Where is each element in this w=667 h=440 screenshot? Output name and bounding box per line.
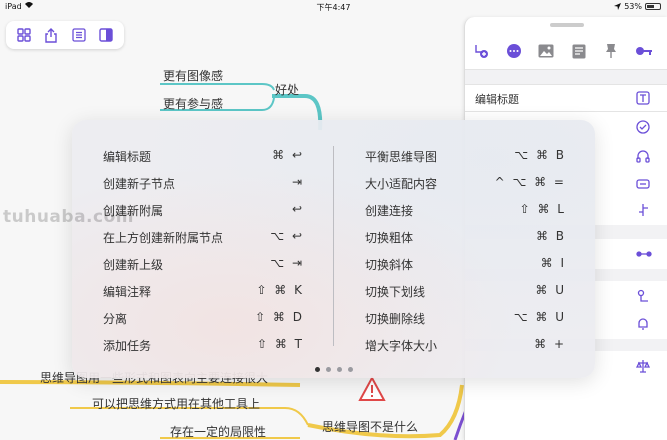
shortcut-keys: ⇧ ⌘ D: [255, 310, 304, 324]
shortcut-keys: ⌘ +: [534, 337, 566, 351]
battery-icon: [645, 3, 661, 10]
panel-grab-handle[interactable]: [550, 23, 584, 27]
node-bottom-3[interactable]: 存在一定的局限性: [170, 423, 266, 440]
node-image-sense[interactable]: 更有图像感: [163, 67, 223, 84]
shortcut-name: 编辑注释: [103, 285, 152, 299]
link-icon: [636, 176, 652, 192]
page-dot[interactable]: [337, 367, 342, 372]
shortcut-row: 添加任务 ⇧ ⌘ T: [103, 335, 304, 355]
shortcut-name: 添加任务: [103, 339, 152, 353]
battery-percent: 53%: [624, 2, 642, 11]
shortcut-name: 切换下划线: [365, 285, 426, 299]
shortcut-keys: ⌥ ⌘ B: [514, 148, 566, 162]
shortcut-keys: ⌘ B: [535, 229, 566, 243]
title-icon: [636, 90, 652, 106]
shortcut-name: 创建新上级: [103, 258, 164, 272]
shortcut-name: 切换粗体: [365, 231, 414, 245]
location-icon: [614, 3, 622, 10]
shortcut-name: 增大字体大小: [365, 339, 438, 353]
shortcut-row: 切换下划线 ⌘ U: [365, 281, 566, 301]
shortcut-row: 创建新上级 ⌥ ⇥: [103, 254, 304, 274]
note-icon[interactable]: [569, 41, 589, 61]
top-toolbar: [6, 21, 124, 49]
node-benefits[interactable]: 好处: [275, 81, 299, 98]
shortcut-keys: ↩: [291, 202, 304, 216]
shortcut-keys: ⌘ I: [540, 256, 566, 270]
battery-indicator: 53%: [614, 2, 661, 11]
balance-icon: [635, 358, 652, 374]
shortcut-row: 切换删除线 ⌥ ⌘ U: [365, 308, 566, 328]
panel-gap: [465, 70, 667, 84]
shortcut-keys: ⌥ ↩: [270, 229, 304, 243]
shortcut-row: 切换斜体 ⌘ I: [365, 254, 566, 274]
checkmark-icon: [636, 119, 652, 135]
shortcut-name: 编辑标题: [103, 150, 152, 164]
grid-icon[interactable]: [14, 25, 34, 45]
shortcut-row: 创建连接 ⇧ ⌘ L: [365, 200, 566, 220]
shortcut-keys: ⇧ ⌘ T: [256, 337, 304, 351]
add-node-icon[interactable]: [471, 41, 491, 61]
shortcut-row: 分离 ⇧ ⌘ D: [103, 308, 304, 328]
branch-icon: [636, 202, 652, 218]
shortcut-name: 切换斜体: [365, 258, 414, 272]
shortcut-keys: ⇥: [291, 175, 304, 189]
pin-icon[interactable]: [601, 41, 621, 61]
location-node-icon: [636, 288, 652, 304]
edit-title-label: 编辑标题: [475, 93, 519, 106]
shortcut-row: 平衡思维导图 ⌥ ⌘ B: [365, 146, 566, 166]
shortcut-keys: ⌘ U: [535, 283, 566, 297]
column-divider: [333, 146, 334, 346]
shortcut-name: 在上方创建新附属节点: [103, 231, 224, 245]
shortcut-row: 编辑注释 ⇧ ⌘ K: [103, 281, 304, 301]
shortcut-row: 大小适配内容 ^ ⌥ ⌘ =: [365, 173, 566, 193]
watermark: tuhuaba.com: [3, 207, 134, 227]
shortcut-name: 大小适配内容: [365, 177, 438, 191]
alarm-icon: [636, 316, 652, 332]
more-icon[interactable]: [504, 41, 524, 61]
shortcut-keys: ⌥ ⌘ U: [513, 310, 566, 324]
image-icon[interactable]: [536, 41, 556, 61]
shortcut-keys: ⇧ ⌘ L: [519, 202, 566, 216]
warning-icon: [358, 375, 386, 401]
connection-icon: [636, 246, 652, 262]
shortcut-keys: ⇧ ⌘ K: [256, 283, 304, 297]
shortcut-name: 创建连接: [365, 204, 414, 218]
shortcut-name: 切换删除线: [365, 312, 426, 326]
shortcut-row: 在上方创建新附属节点 ⌥ ↩: [103, 227, 304, 247]
node-bottom-2[interactable]: 可以把思维方式用在其他工具上: [92, 395, 260, 412]
headphones-icon: [636, 148, 652, 164]
sidebar-icon[interactable]: [96, 25, 116, 45]
clock: 下午4:47: [316, 3, 351, 12]
shortcut-name: 平衡思维导图: [365, 150, 438, 164]
status-bar: iPad 下午4:47 53%: [0, 0, 667, 14]
keyboard-shortcuts-overlay: 编辑标题 ⌘ ↩ 创建新子节点 ⇥ 创建新附属 ↩ 在上方创建新附属节点 ⌥ ↩…: [72, 120, 595, 378]
shortcut-row: 创建新子节点 ⇥: [103, 173, 304, 193]
outline-icon[interactable]: [69, 25, 89, 45]
shortcut-name: 创建新子节点: [103, 177, 176, 191]
shortcut-keys: ^ ⌥ ⌘ =: [494, 175, 566, 189]
shortcut-row: 编辑标题 ⌘ ↩: [103, 146, 304, 166]
page-dot[interactable]: [326, 367, 331, 372]
shortcut-keys: ⌥ ⇥: [270, 256, 304, 270]
share-icon[interactable]: [41, 25, 61, 45]
panel-icon-bar: [465, 39, 667, 63]
shortcut-keys: ⌘ ↩: [272, 148, 304, 162]
shortcut-row: 增大字体大小 ⌘ +: [365, 335, 566, 355]
panel-divider: [465, 111, 667, 112]
page-dot[interactable]: [315, 367, 320, 372]
shortcut-row: 切换粗体 ⌘ B: [365, 227, 566, 247]
page-indicator[interactable]: [315, 367, 353, 372]
shortcut-name: 分离: [103, 312, 128, 326]
key-icon[interactable]: [634, 41, 654, 61]
panel-row-edit-title[interactable]: 编辑标题: [465, 85, 667, 111]
node-not-mindmap[interactable]: 思维导图不是什么: [322, 418, 418, 435]
node-participation[interactable]: 更有参与感: [163, 95, 223, 112]
page-dot[interactable]: [348, 367, 353, 372]
